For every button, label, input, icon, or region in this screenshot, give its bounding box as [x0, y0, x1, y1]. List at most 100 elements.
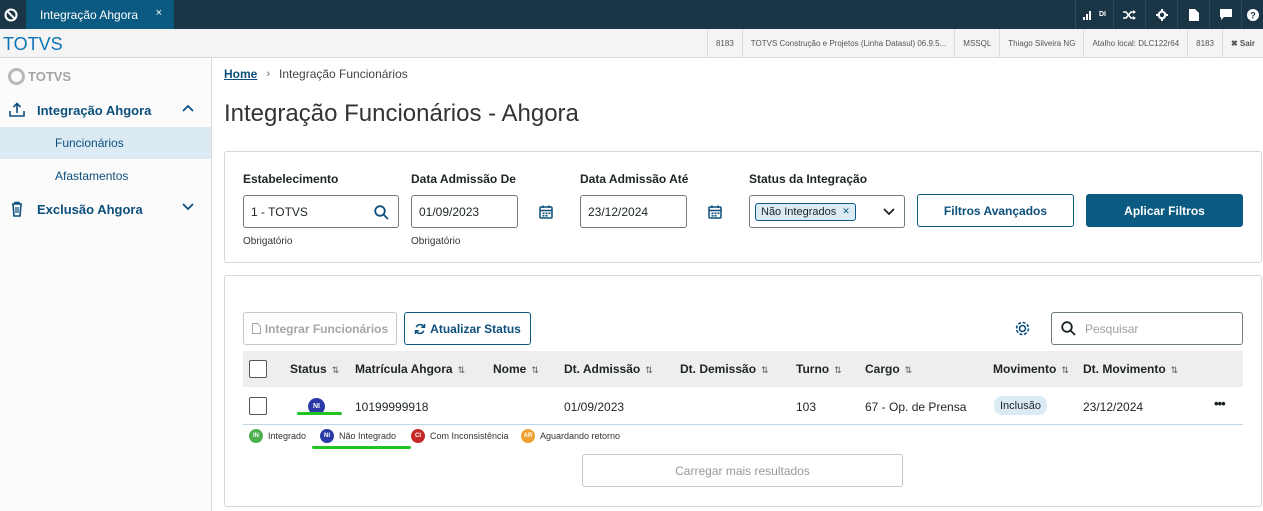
sidebar-group-integracao[interactable]: Integração Ahgora [0, 94, 211, 126]
integrar-funcionarios-button[interactable]: Integrar Funcionários [243, 312, 397, 345]
info-code: 8183 [1187, 29, 1222, 57]
column-label: Dt. Movimento [1083, 362, 1166, 376]
atualizar-status-label: Atualizar Status [430, 321, 521, 336]
breadcrumb: Home › Integração Funcionários [224, 67, 408, 81]
legend-item-integrado: IN Integrado [249, 429, 306, 443]
search-input[interactable]: Pesquisar [1051, 312, 1243, 345]
column-header-nome[interactable]: Nome ⇅ [493, 362, 539, 376]
chevron-down-icon[interactable] [883, 208, 895, 216]
signal-di-label: DI [1099, 11, 1106, 18]
row-actions-icon[interactable]: ••• [1214, 396, 1226, 411]
table-row[interactable]: NI 10199999918 01/09/2023 103 67 - Op. d… [243, 387, 1243, 425]
sidebar-item-afastamentos[interactable]: Afastamentos [0, 160, 211, 192]
column-header-matricula[interactable]: Matrícula Ahgora ⇅ [355, 362, 465, 376]
column-label: Nome [493, 362, 527, 376]
info-shortcut: Atalho local: DLC122r64 [1083, 29, 1187, 57]
table-header: Status ⇅ Matrícula Ahgora ⇅ Nome ⇅ Dt. Admi… [243, 351, 1243, 387]
select-all-checkbox[interactable] [249, 360, 267, 378]
sort-icon: ⇅ [331, 365, 340, 375]
column-header-dt-demissao[interactable]: Dt. Demissão ⇅ [680, 362, 769, 376]
search-icon[interactable] [374, 205, 389, 220]
signal-di-icon[interactable]: DI [1075, 0, 1113, 29]
tab-integracao-ahgora[interactable]: Integração Ahgora × [26, 0, 174, 29]
estabelecimento-input[interactable]: 1 - TOTVS [243, 195, 399, 228]
status-chip-label: Não Integrados [761, 205, 837, 218]
calendar-icon[interactable] [708, 205, 722, 219]
sidebar-group-label: Exclusão Ahgora [37, 201, 143, 217]
estabelecimento-label: Estabelecimento [243, 172, 339, 186]
brand-logo: TOTVS [3, 34, 63, 54]
legend-label: Não Integrado [339, 431, 397, 441]
sort-icon: ⇅ [904, 365, 913, 375]
data-ate-input[interactable]: 23/12/2024 [580, 195, 687, 228]
breadcrumb-current: Integração Funcionários [279, 67, 408, 81]
sidebar-logo-text: TOTVS [28, 69, 72, 84]
sidebar-group-exclusao[interactable]: Exclusão Ahgora [0, 193, 211, 225]
estabelecimento-help: Obrigatório [243, 236, 293, 247]
search-icon [1061, 321, 1076, 336]
column-header-dt-movimento[interactable]: Dt. Movimento ⇅ [1083, 362, 1178, 376]
chevron-down-icon [182, 203, 194, 211]
data-de-value: 01/09/2023 [419, 204, 480, 219]
row-checkbox[interactable] [249, 397, 267, 415]
legend-badge: IN [249, 429, 263, 443]
cell-cargo: 67 - Op. de Prensa [865, 400, 967, 414]
load-more-button[interactable]: Carregar mais resultados [582, 454, 903, 487]
data-ate-value: 23/12/2024 [588, 204, 649, 219]
column-label: Status [290, 362, 327, 376]
column-header-movimento[interactable]: Movimento ⇅ [993, 362, 1069, 376]
column-header-cargo[interactable]: Cargo ⇅ [865, 362, 912, 376]
sort-icon: ⇅ [457, 365, 466, 375]
column-header-dt-admissao[interactable]: Dt. Admissão ⇅ [564, 362, 653, 376]
help-icon[interactable]: ? [1241, 0, 1263, 29]
chat-icon[interactable] [1209, 0, 1241, 29]
exit-button[interactable]: ✖ Sair [1221, 29, 1263, 57]
status-label: Status da Integração [749, 172, 868, 186]
status-select[interactable]: Não Integrados ✕ [749, 195, 905, 228]
sort-icon: ⇅ [1061, 365, 1069, 375]
data-ate-label: Data Admissão Até [580, 172, 689, 186]
table-settings-gear-icon[interactable] [1015, 321, 1030, 336]
document-icon[interactable] [1177, 0, 1209, 29]
movimento-tag: Inclusão [994, 396, 1047, 415]
calendar-icon[interactable] [539, 205, 553, 219]
sidebar-logo: TOTVS [8, 68, 71, 85]
column-label: Dt. Admissão [564, 362, 641, 376]
upload-icon [9, 102, 25, 117]
chevron-up-icon [182, 104, 194, 112]
integrar-funcionarios-label: Integrar Funcionários [264, 321, 389, 336]
home-icon[interactable] [0, 0, 22, 29]
atualizar-status-button[interactable]: Atualizar Status [404, 312, 531, 345]
info-bar: TOTVS 8183 TOTVS Construção e Projetos (… [0, 29, 1263, 58]
refresh-icon [414, 323, 426, 334]
advanced-filters-button[interactable]: Filtros Avançados [917, 194, 1074, 227]
info-product: TOTVS Construção e Projetos (Linha Datas… [741, 29, 955, 57]
shuffle-icon[interactable] [1113, 0, 1145, 29]
column-header-turno[interactable]: Turno ⇅ [796, 362, 842, 376]
highlight-underline [297, 412, 342, 415]
legend-badge: NI [320, 429, 334, 443]
column-label: Cargo [865, 362, 900, 376]
legend-label: Aguardando retorno [540, 431, 621, 441]
chip-close-icon[interactable]: ✕ [842, 206, 850, 217]
info-database: MSSQL [954, 29, 999, 57]
cell-dt-movimento: 23/12/2024 [1083, 400, 1144, 414]
column-header-status[interactable]: Status ⇅ [290, 362, 339, 376]
tab-close-icon[interactable]: × [156, 7, 162, 19]
sidebar-item-funcionarios[interactable]: Funcionários [0, 127, 211, 159]
data-de-input[interactable]: 01/09/2023 [411, 195, 518, 228]
gear-icon[interactable] [1145, 0, 1177, 29]
search-placeholder: Pesquisar [1085, 321, 1139, 336]
apply-filters-button[interactable]: Aplicar Filtros [1086, 194, 1243, 227]
sort-icon: ⇅ [761, 365, 769, 375]
column-label: Movimento [993, 362, 1057, 376]
page-title: Integração Funcionários - Ahgora [224, 100, 579, 127]
cell-matricula: 10199999918 [355, 400, 429, 414]
data-de-help: Obrigatório [411, 236, 461, 247]
breadcrumb-home-link[interactable]: Home [224, 67, 257, 81]
status-chip[interactable]: Não Integrados ✕ [755, 202, 856, 221]
legend-badge: CI [411, 429, 425, 443]
legend-label: Integrado [268, 431, 307, 441]
svg-text:?: ? [1250, 10, 1256, 20]
top-tab-bar: Integração Ahgora × DI ? [0, 0, 1263, 29]
